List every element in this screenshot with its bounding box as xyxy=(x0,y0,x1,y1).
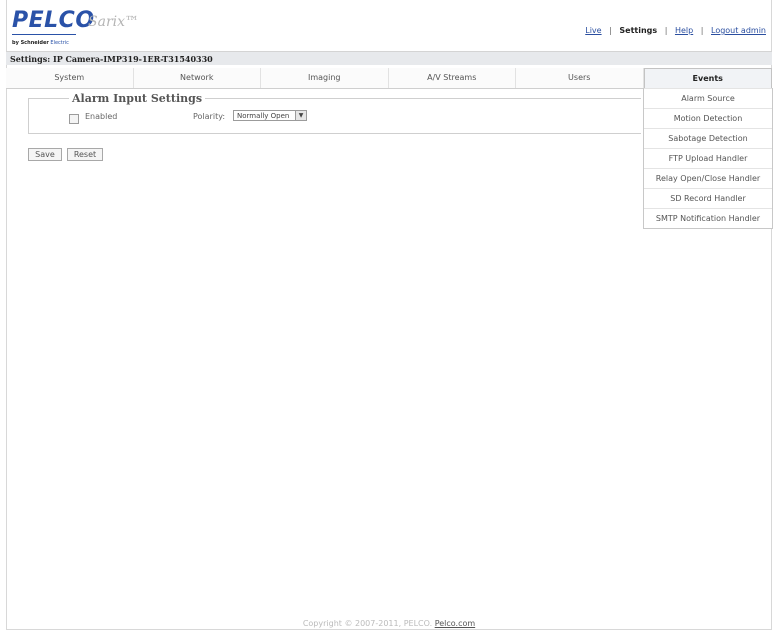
logo-underline xyxy=(12,34,76,35)
enabled-label: Enabled xyxy=(85,112,118,121)
nav-separator: | xyxy=(609,26,612,35)
nav-settings-link[interactable]: Settings xyxy=(619,26,657,35)
alarm-input-settings-panel: Alarm Input Settings Enabled Polarity: N… xyxy=(28,92,641,134)
save-button[interactable]: Save xyxy=(28,148,62,161)
events-dropdown-menu: Alarm Source Motion Detection Sabotage D… xyxy=(643,88,773,229)
nav-logout-link[interactable]: Logout admin xyxy=(711,26,766,35)
copyright-text: Copyright © 2007-2011, PELCO. xyxy=(302,619,433,628)
byline-brand: by Schneider xyxy=(12,40,49,46)
device-title: Settings: IP Camera-IMP319-1ER-T31540330 xyxy=(6,51,772,65)
reset-button[interactable]: Reset xyxy=(67,148,103,161)
panel-title: Alarm Input Settings xyxy=(69,92,206,105)
chevron-down-icon[interactable]: ▼ xyxy=(295,111,306,120)
settings-tabs: System Network Imaging A/V Streams Users… xyxy=(6,68,772,89)
product-name: Sarix™ xyxy=(88,14,140,30)
enabled-checkbox[interactable] xyxy=(69,114,79,124)
pelco-link[interactable]: Pelco.com xyxy=(435,619,475,628)
nav-separator: | xyxy=(664,26,668,35)
tab-users[interactable]: Users xyxy=(516,68,644,88)
tab-av-streams[interactable]: A/V Streams xyxy=(388,68,516,88)
menu-item-motion-detection[interactable]: Motion Detection xyxy=(644,108,772,128)
menu-item-relay-handler[interactable]: Relay Open/Close Handler xyxy=(644,168,772,188)
polarity-value: Normally Open xyxy=(237,112,290,120)
logo-text: PELCO xyxy=(12,8,95,33)
nav-help-link[interactable]: Help xyxy=(675,26,693,35)
byline-rest: Electric xyxy=(50,40,69,46)
nav-live-link[interactable]: Live xyxy=(585,26,601,35)
footer: Copyright © 2007-2011, PELCO. Pelco.com xyxy=(6,619,772,631)
menu-item-ftp-upload-handler[interactable]: FTP Upload Handler xyxy=(644,148,772,168)
logo-byline: by Schneider Electric xyxy=(12,40,69,46)
pelco-logo: PELCO Sarix™ by Schneider Electric xyxy=(12,8,139,46)
polarity-label: Polarity: xyxy=(193,112,226,121)
tab-system[interactable]: System xyxy=(6,68,134,88)
tab-events[interactable]: Events xyxy=(643,68,772,88)
menu-item-alarm-source[interactable]: Alarm Source xyxy=(644,88,772,108)
polarity-select[interactable]: Normally Open ▼ xyxy=(233,110,307,121)
nav-separator: | xyxy=(700,26,704,35)
menu-item-smtp-notification-handler[interactable]: SMTP Notification Handler xyxy=(644,208,772,228)
tab-imaging[interactable]: Imaging xyxy=(261,68,389,88)
menu-item-sabotage-detection[interactable]: Sabotage Detection xyxy=(644,128,772,148)
menu-item-sd-record-handler[interactable]: SD Record Handler xyxy=(644,188,772,208)
top-navigation: Live | Settings | Help | Logout admin xyxy=(585,26,766,35)
tab-network[interactable]: Network xyxy=(133,68,261,88)
